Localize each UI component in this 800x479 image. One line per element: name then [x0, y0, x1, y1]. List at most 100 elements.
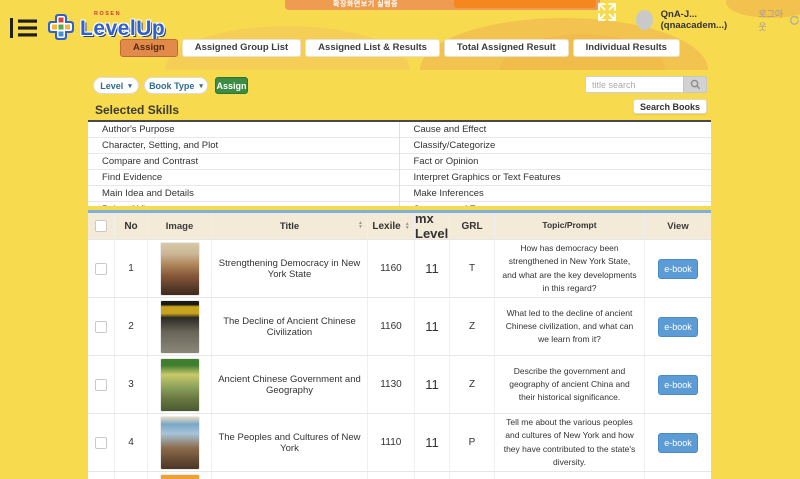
chevron-down-icon: ▾: [128, 82, 132, 90]
book-cover-image: [161, 359, 199, 411]
chevron-down-icon: ▾: [199, 82, 203, 90]
ebook-button[interactable]: e-book: [658, 259, 698, 279]
tab-individual-results[interactable]: Individual Results: [573, 39, 680, 57]
tab-assigned-list-results[interactable]: Assigned List & Results: [305, 39, 440, 57]
header-image: Image: [148, 213, 212, 239]
skill-item[interactable]: Fact or Opinion: [400, 154, 712, 170]
row-checkbox[interactable]: [95, 263, 107, 275]
level-dropdown-label: Level: [100, 81, 123, 91]
book-mx-level: [415, 472, 450, 479]
book-type-dropdown[interactable]: Book Type ▾: [144, 77, 208, 94]
table-row: 3 Ancient Chinese Government and Geograp…: [88, 355, 711, 413]
book-lexile: [368, 472, 415, 479]
fullscreen-expand-icon[interactable]: [596, 1, 618, 23]
skill-item[interactable]: Interpret Graphics or Text Features: [400, 170, 712, 186]
header-no: No: [115, 213, 148, 239]
select-all-checkbox[interactable]: [95, 220, 107, 232]
book-mx-level: 11: [415, 356, 450, 413]
skill-item[interactable]: Sequence of Events: [400, 202, 712, 206]
search-books-button[interactable]: Search Books: [633, 99, 707, 114]
header-mx-level: mx Level: [415, 213, 450, 239]
book-lexile: 1160: [368, 240, 415, 297]
book-title: Strengthening Democracy in New York Stat…: [212, 240, 368, 297]
header-topic-prompt: Topic/Prompt: [495, 213, 645, 239]
book-topic-prompt: Tell me about the various peoples and cu…: [495, 414, 645, 471]
row-checkbox[interactable]: [95, 321, 107, 333]
book-topic-prompt: What led to the decline of ancient Chine…: [495, 298, 645, 355]
ebook-button[interactable]: e-book: [658, 375, 698, 395]
book-topic-prompt: How has democracy been strengthened in N…: [495, 240, 645, 297]
tab-assigned-group-list[interactable]: Assigned Group List: [182, 39, 301, 57]
level-dropdown[interactable]: Level ▾: [93, 77, 139, 94]
row-number: 1: [115, 240, 148, 297]
tab-total-assigned-result[interactable]: Total Assigned Result: [444, 39, 569, 57]
book-title: The Peoples and Cultures of New York: [212, 414, 368, 471]
skill-item[interactable]: Classify/Categorize: [400, 138, 712, 154]
skill-item[interactable]: Author's Purpose: [88, 122, 399, 138]
header-title: Title ▲▼: [212, 213, 368, 239]
ebook-button[interactable]: e-book: [658, 317, 698, 337]
tab-assign[interactable]: Assign: [120, 39, 178, 57]
title-search: [585, 76, 707, 93]
header-view: View: [645, 213, 711, 239]
row-checkbox[interactable]: [95, 437, 107, 449]
sidebar-collapse-icon[interactable]: [10, 17, 38, 39]
header-lexile-label: Lexile: [372, 221, 400, 232]
logout-label: 로그아웃: [758, 7, 785, 33]
status-toast-text: 확장화면보기 실행중: [333, 0, 398, 10]
avatar[interactable]: [636, 10, 653, 30]
book-lexile: 1130: [368, 356, 415, 413]
book-title: Ancient Chinese Government and Geography: [212, 356, 368, 413]
book-grl: Z: [450, 298, 495, 355]
skill-item[interactable]: Cause and Effect: [400, 122, 712, 138]
skill-item[interactable]: Point of View: [88, 202, 399, 206]
book-lexile: 1160: [368, 298, 415, 355]
search-button[interactable]: [683, 76, 707, 93]
skills-col-left: Author's PurposeCharacter, Setting, and …: [88, 122, 400, 206]
skills-col-right: Cause and EffectClassify/CategorizeFact …: [400, 122, 712, 206]
logo-levelup-text: LevelUp: [80, 17, 165, 41]
book-grl: P: [450, 414, 495, 471]
book-table-header: No Image Title ▲▼ Lexile ▲▼ mx Level GRL…: [88, 213, 711, 239]
book-lexile: 1110: [368, 414, 415, 471]
book-cover-image: [161, 301, 199, 353]
book-table: No Image Title ▲▼ Lexile ▲▼ mx Level GRL…: [88, 210, 711, 479]
sort-icon-lexile[interactable]: ▲▼: [405, 222, 410, 230]
book-cover-image: [161, 475, 199, 479]
search-input[interactable]: [585, 76, 683, 93]
table-row: 5 What were the broken treaties in histo…: [88, 471, 711, 479]
book-grl: [450, 472, 495, 479]
book-grl: T: [450, 240, 495, 297]
book-table-body: 1 Strengthening Democracy in New York St…: [88, 239, 711, 479]
book-type-dropdown-label: Book Type: [149, 81, 194, 91]
ebook-button[interactable]: e-book: [658, 433, 698, 453]
book-mx-level: 11: [415, 414, 450, 471]
skill-item[interactable]: Make Inferences: [400, 186, 712, 202]
skill-item[interactable]: Character, Setting, and Plot: [88, 138, 399, 154]
skill-item[interactable]: Compare and Contrast: [88, 154, 399, 170]
book-grl: Z: [450, 356, 495, 413]
table-row: 2 The Decline of Ancient Chinese Civiliz…: [88, 297, 711, 355]
sort-icon-title[interactable]: ▲▼: [358, 221, 363, 229]
book-topic-prompt: Describe the government and geography of…: [495, 356, 645, 413]
row-number: 3: [115, 356, 148, 413]
book-cover-image: [161, 243, 199, 295]
selected-skills-title: Selected Skills: [95, 103, 179, 117]
book-topic-prompt: What were the broken treaties in history…: [495, 472, 645, 479]
assign-button[interactable]: Assign: [215, 77, 248, 94]
skill-item[interactable]: Main Idea and Details: [88, 186, 399, 202]
book-cover-image: [161, 417, 199, 469]
book-title: [212, 472, 368, 479]
status-toast-progress: [454, 0, 596, 8]
logout-button[interactable]: 로그아웃: [758, 7, 800, 33]
row-checkbox[interactable]: [95, 379, 107, 391]
skill-item[interactable]: Find Evidence: [88, 170, 399, 186]
user-box: QnA-J... (qnaacadem...) 로그아웃: [636, 7, 800, 33]
username: QnA-J... (qnaacadem...): [661, 9, 749, 31]
row-number: 2: [115, 298, 148, 355]
status-toast: 확장화면보기 실행중: [285, 0, 600, 10]
header-lexile: Lexile ▲▼: [368, 213, 415, 239]
book-title: The Decline of Ancient Chinese Civilizat…: [212, 298, 368, 355]
row-number: 4: [115, 414, 148, 471]
header-grl: GRL: [450, 213, 495, 239]
